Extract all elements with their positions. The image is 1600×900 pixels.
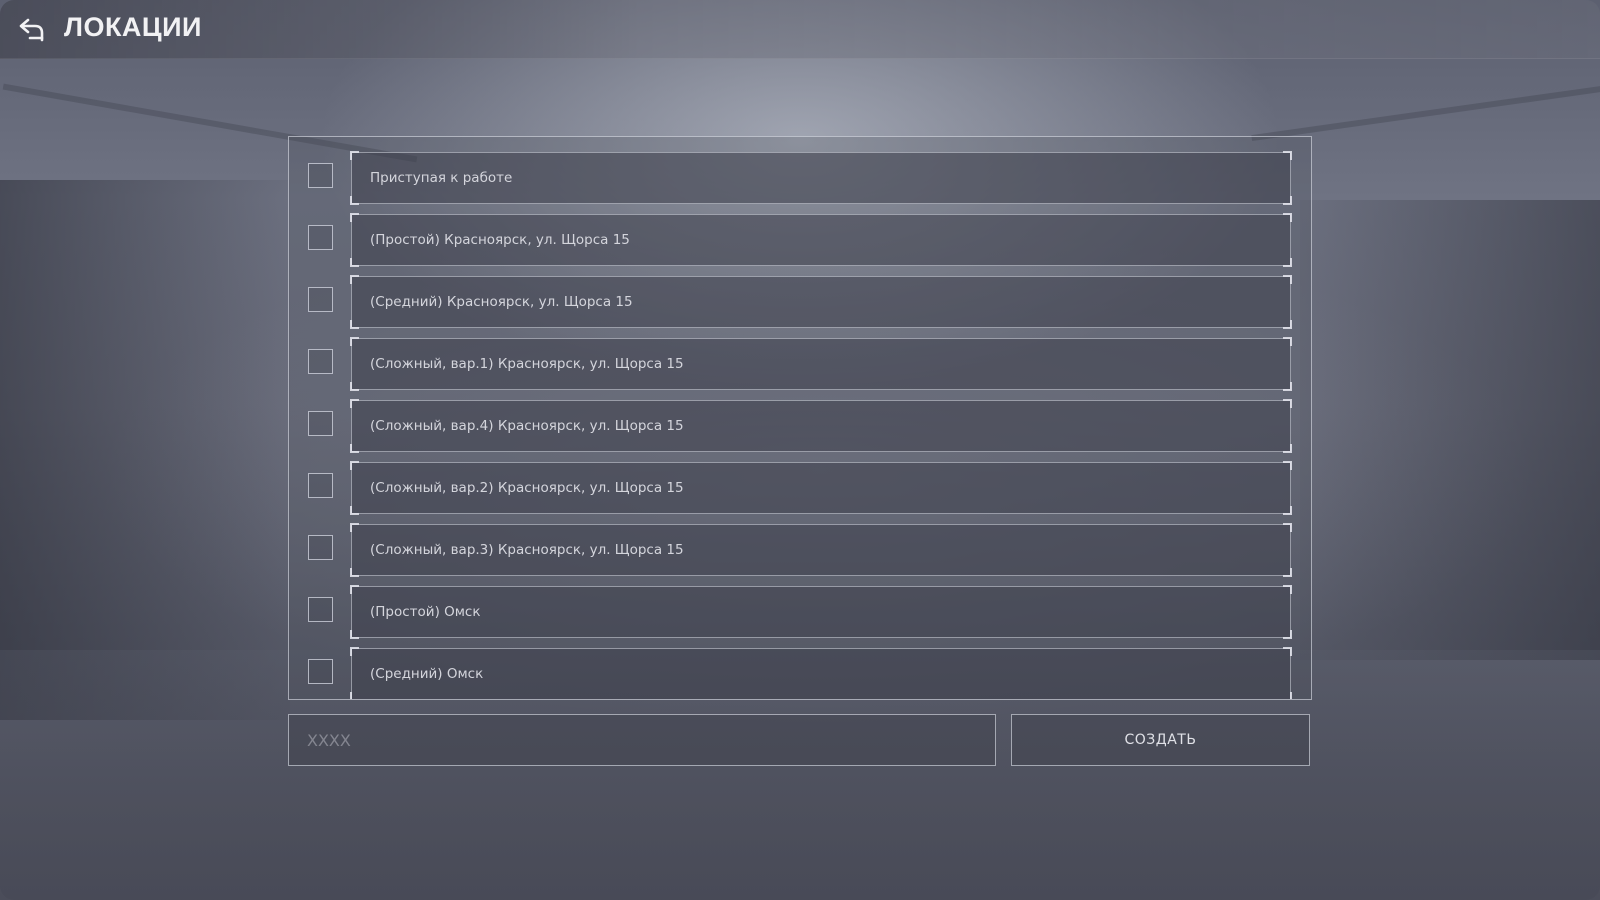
- location-label: (Средний) Красноярск, ул. Щорса 15: [370, 294, 633, 310]
- location-checkbox[interactable]: [308, 659, 333, 684]
- location-item[interactable]: (Сложный, вар.1) Красноярск, ул. Щорса 1…: [350, 337, 1292, 391]
- location-label: (Сложный, вар.2) Красноярск, ул. Щорса 1…: [370, 480, 684, 496]
- location-label: (Сложный, вар.4) Красноярск, ул. Щорса 1…: [370, 418, 684, 434]
- location-label: (Средний) Омск: [370, 666, 484, 682]
- location-checkbox[interactable]: [308, 473, 333, 498]
- list-item: (Сложный, вар.3) Красноярск, ул. Щорса 1…: [289, 523, 1311, 577]
- location-label: (Простой) Омск: [370, 604, 481, 620]
- background-wall-right: [1300, 200, 1600, 660]
- location-checkbox[interactable]: [308, 225, 333, 250]
- list-item: (Сложный, вар.1) Красноярск, ул. Щорса 1…: [289, 337, 1311, 391]
- background-wall-left: [0, 180, 290, 720]
- location-item[interactable]: (Простой) Омск: [350, 585, 1292, 639]
- list-item: (Сложный, вар.2) Красноярск, ул. Щорса 1…: [289, 461, 1311, 515]
- location-checkbox[interactable]: [308, 163, 333, 188]
- list-item: (Простой) Красноярск, ул. Щорса 15: [289, 213, 1311, 267]
- list-item: Приступая к работе: [289, 151, 1311, 205]
- back-arrow-icon: [19, 18, 44, 42]
- list-item: (Средний) Красноярск, ул. Щорса 15: [289, 275, 1311, 329]
- panel-corner: [1303, 137, 1311, 145]
- location-item[interactable]: (Простой) Красноярск, ул. Щорса 15: [350, 213, 1292, 267]
- location-item[interactable]: (Сложный, вар.2) Красноярск, ул. Щорса 1…: [350, 461, 1292, 515]
- page-title: ЛОКАЦИИ: [64, 12, 202, 42]
- location-item[interactable]: (Сложный, вар.4) Красноярск, ул. Щорса 1…: [350, 399, 1292, 453]
- location-label: (Сложный, вар.3) Красноярск, ул. Щорса 1…: [370, 542, 684, 558]
- location-item[interactable]: (Сложный, вар.3) Красноярск, ул. Щорса 1…: [350, 523, 1292, 577]
- location-checkbox[interactable]: [308, 287, 333, 312]
- create-button[interactable]: СОЗДАТЬ: [1011, 714, 1310, 766]
- background-beam: [1251, 84, 1600, 142]
- location-item[interactable]: Приступая к работе: [350, 151, 1292, 205]
- back-button[interactable]: [18, 16, 48, 44]
- app-window: ЛОКАЦИИ Приступая к работе (Простой) Кра…: [0, 0, 1600, 900]
- location-label: (Сложный, вар.1) Красноярск, ул. Щорса 1…: [370, 356, 684, 372]
- list-item: (Средний) Омск: [289, 647, 1311, 699]
- location-label: Приступая к работе: [370, 170, 513, 186]
- location-checkbox[interactable]: [308, 411, 333, 436]
- list-item: (Простой) Омск: [289, 585, 1311, 639]
- locations-list[interactable]: Приступая к работе (Простой) Красноярск,…: [288, 136, 1312, 700]
- top-bar: ЛОКАЦИИ: [0, 0, 1600, 59]
- list-item: (Сложный, вар.4) Красноярск, ул. Щорса 1…: [289, 399, 1311, 453]
- location-name-input[interactable]: [288, 714, 996, 766]
- location-item[interactable]: (Средний) Красноярск, ул. Щорса 15: [350, 275, 1292, 329]
- location-checkbox[interactable]: [308, 349, 333, 374]
- location-checkbox[interactable]: [308, 597, 333, 622]
- create-button-label: СОЗДАТЬ: [1124, 732, 1197, 748]
- location-item[interactable]: (Средний) Омск: [350, 647, 1292, 699]
- location-label: (Простой) Красноярск, ул. Щорса 15: [370, 232, 630, 248]
- panel-corner: [289, 137, 297, 145]
- location-checkbox[interactable]: [308, 535, 333, 560]
